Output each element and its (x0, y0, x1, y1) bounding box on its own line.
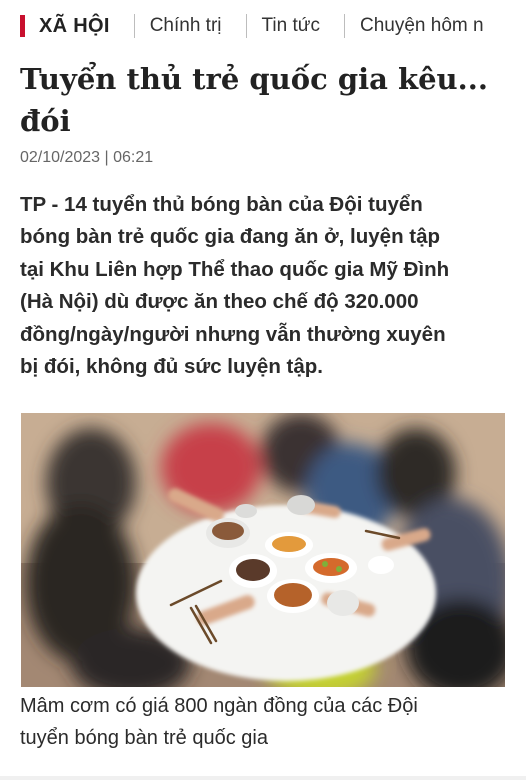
caption-line: tuyển bóng bàn trẻ quốc gia (20, 727, 268, 749)
section-accent-bar (20, 15, 25, 37)
nav-item-chinh-tri[interactable]: Chính trị (150, 15, 222, 37)
nav-item-chuyen-hom-nay[interactable]: Chuyện hôm n (360, 15, 484, 37)
lead-line: bóng bàn trẻ quốc gia đang ăn ở, luyện t… (20, 225, 441, 249)
article-title-line: Tuyển thủ trẻ quốc gia kêu... (20, 62, 488, 96)
article-title: Tuyển thủ trẻ quốc gia kêu... đói (20, 58, 510, 142)
lead-line: đồng/ngày/người nhưng vẫn thường xuyên (20, 322, 446, 346)
nav-divider (245, 14, 247, 38)
photo-caption: Mâm cơm có giá 800 ngàn đồng của các Đội… (20, 690, 510, 754)
bottom-divider (0, 776, 526, 780)
article-date: 02/10/2023 | 06:21 (20, 149, 154, 166)
lead-line: TP - 14 tuyển thủ bóng bàn của Đội tuyển (20, 193, 423, 216)
caption-line: Mâm cơm có giá 800 ngàn đồng của các Đội (20, 695, 418, 717)
lead-line: tại Khu Liên hợp Thể thao quốc gia Mỹ Đì… (20, 257, 450, 281)
article-photo[interactable] (21, 413, 505, 687)
category-nav: XÃ HỘI Chính trị Tin tức Chuyện hôm n (0, 0, 526, 52)
article-lead: TP - 14 tuyển thủ bóng bàn của Đội tuyển… (20, 189, 512, 383)
nav-item-tin-tuc[interactable]: Tin tức (262, 15, 320, 37)
nav-divider (133, 14, 135, 38)
lead-line: bị đói, không đủ sức luyện tập. (20, 355, 323, 379)
nav-section-xa-hoi[interactable]: XÃ HỘI (39, 15, 110, 38)
lead-line: (Hà Nội) dù được ăn theo chế độ 320.000 (20, 290, 419, 314)
article-title-line: đói (20, 104, 71, 138)
nav-divider (343, 14, 345, 38)
meal-table-illustration (21, 413, 505, 687)
